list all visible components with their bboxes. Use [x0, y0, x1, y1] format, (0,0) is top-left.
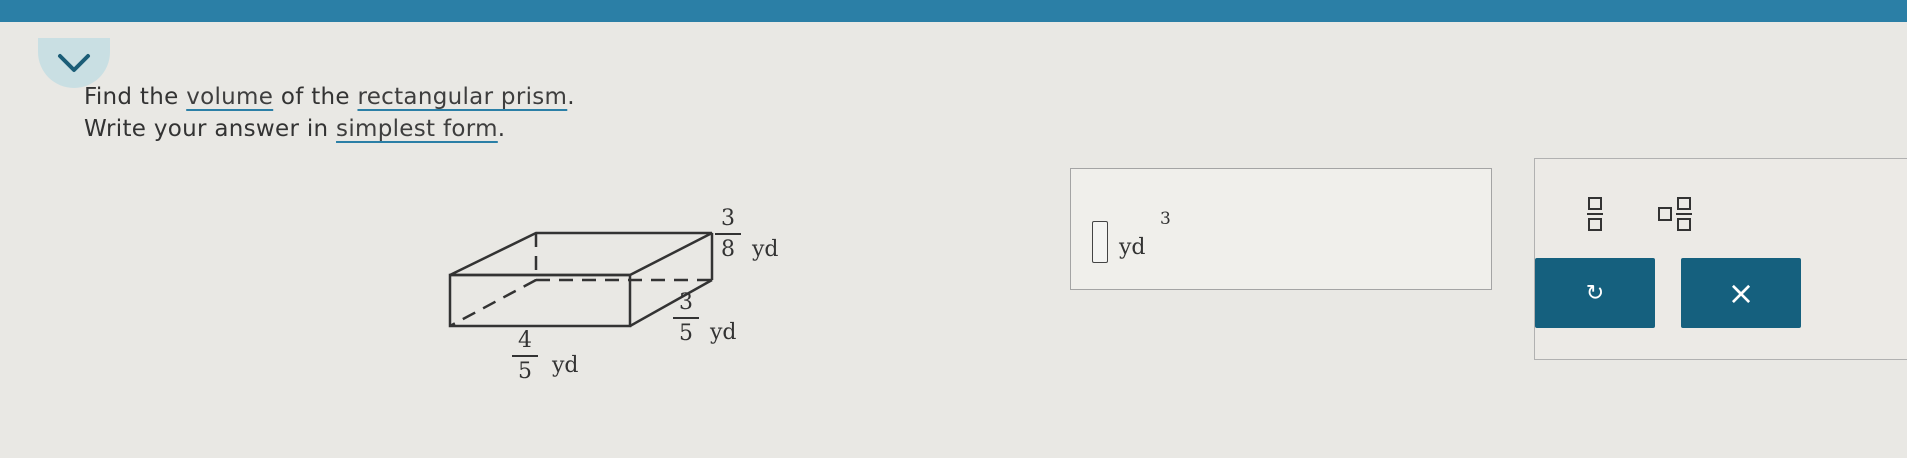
dim-bottom-denominator: 5: [518, 359, 532, 384]
prism-top-face: [449, 231, 713, 277]
fraction-icon: [1587, 197, 1603, 231]
question-text: .: [567, 84, 575, 110]
answer-box: yd 3: [1070, 168, 1492, 290]
dim-top-denominator: 8: [721, 237, 735, 262]
top-bar: [0, 0, 1907, 22]
close-icon: ×: [1727, 274, 1755, 312]
question-line-1: Find the volume of the rectangular prism…: [84, 84, 575, 110]
fraction-bar: [512, 355, 538, 357]
term-link-simplest-form[interactable]: simplest form: [336, 116, 498, 142]
dim-bottom-fraction: 4 5: [512, 328, 538, 384]
mixed-number-icon: [1658, 197, 1692, 231]
fraction-bar: [715, 233, 741, 235]
dim-top-fraction: 3 8: [715, 206, 741, 262]
dim-bottom-unit: yd: [552, 353, 579, 378]
answer-unit: yd: [1119, 235, 1146, 260]
math-keypad: ↻ ×: [1534, 158, 1907, 360]
answer-input[interactable]: [1092, 221, 1108, 263]
fraction-bar: [673, 317, 699, 319]
prism-front-face: [448, 273, 632, 328]
fraction-button[interactable]: [1567, 189, 1623, 239]
question-text: .: [497, 116, 506, 142]
question-line-2: Write your answer in simplest form.: [84, 116, 505, 142]
dim-bottom-numerator: 4: [518, 328, 532, 353]
dim-right-fraction: 3 5: [673, 290, 699, 346]
term-link-volume[interactable]: volume: [186, 84, 273, 110]
question-text: of the: [273, 84, 358, 110]
chevron-down-icon: [58, 54, 90, 72]
question-text: Find the: [84, 84, 187, 110]
answer-unit-exponent: 3: [1160, 209, 1171, 229]
question-text: Write your answer in: [84, 116, 337, 142]
dim-right-numerator: 3: [679, 290, 693, 315]
dim-right-denominator: 5: [679, 321, 693, 346]
mixed-number-button[interactable]: [1641, 189, 1711, 239]
dim-top-numerator: 3: [721, 206, 735, 231]
dim-right-unit: yd: [710, 320, 737, 345]
undo-icon: ↻: [1585, 280, 1605, 306]
undo-button[interactable]: ↻: [1535, 258, 1655, 328]
collapse-button[interactable]: [38, 38, 110, 88]
clear-button[interactable]: ×: [1681, 258, 1801, 328]
dim-top-unit: yd: [752, 237, 779, 262]
term-link-rectangular-prism[interactable]: rectangular prism: [357, 84, 567, 110]
